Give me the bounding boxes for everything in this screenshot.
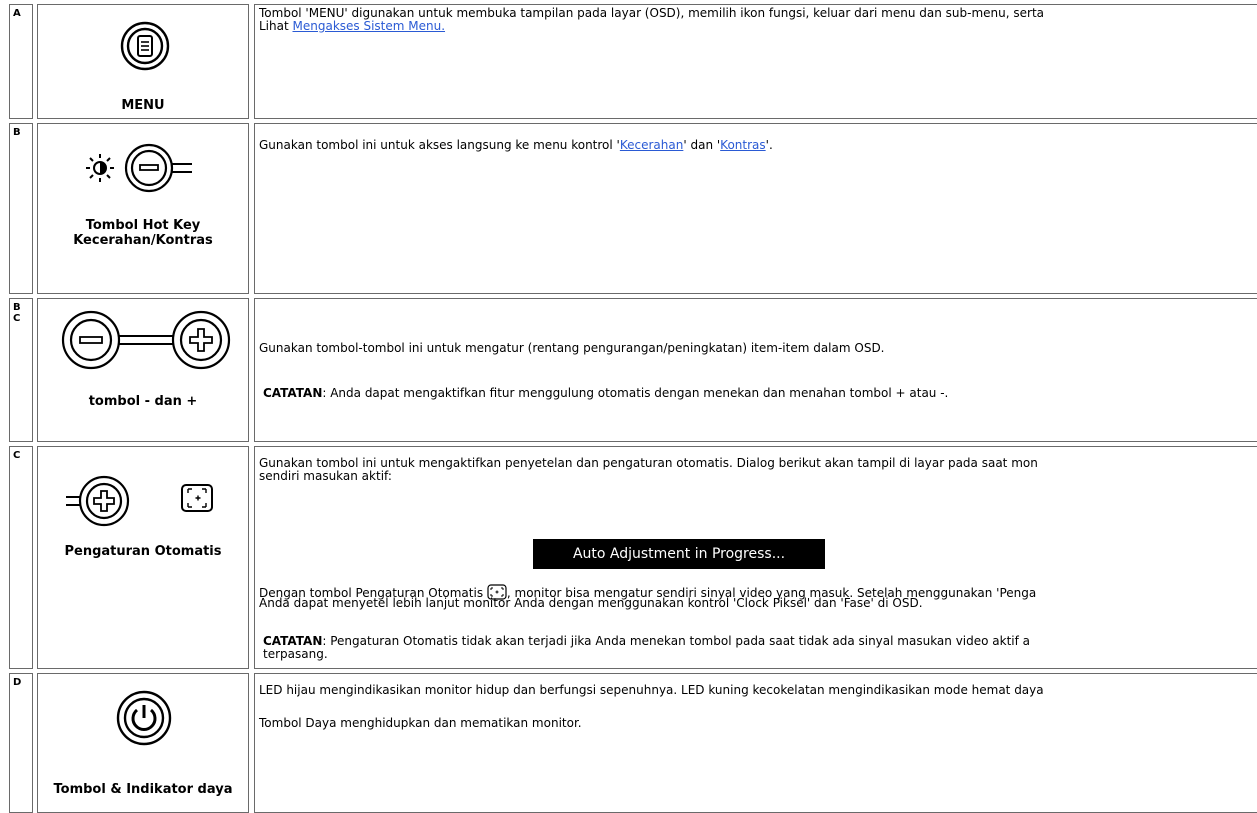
row-letter: B <box>13 302 21 313</box>
description-cell: Tombol 'MENU' digunakan untuk membuka ta… <box>254 4 1257 119</box>
description-text: Lihat Mengakses Sistem Menu. <box>259 19 446 33</box>
button-label: Pengaturan Otomatis <box>64 544 222 559</box>
row-power: D Tombol & Indikator daya LED hijau meng… <box>0 669 1257 813</box>
power-button-icon <box>116 690 172 746</box>
row-letter-cell: A <box>9 4 33 119</box>
auto-adjust-dialog-banner: Auto Adjustment in Progress... <box>533 539 825 569</box>
icon-cell: Pengaturan Otomatis <box>37 446 249 669</box>
row-minus-plus: B C tombol - dan + Gunakan tombol-tombol… <box>0 294 1257 442</box>
description-text: LED hijau mengindikasikan monitor hidup … <box>259 683 1044 697</box>
description-cell: Gunakan tombol ini untuk akses langsung … <box>254 123 1257 294</box>
description-text: Gunakan tombol-tombol ini untuk mengatur… <box>259 341 885 355</box>
description-text: sendiri masukan aktif: <box>259 469 392 483</box>
icon-cell: Tombol & Indikator daya <box>37 673 249 813</box>
description-text: Gunakan tombol ini untuk mengaktifkan pe… <box>259 456 1038 470</box>
minus-plus-buttons-icon <box>61 310 231 370</box>
description-text: Anda dapat menyetel lebih lanjut monitor… <box>259 596 923 610</box>
button-label: Tombol Hot Key <box>85 218 201 233</box>
description-cell: Gunakan tombol ini untuk mengaktifkan pe… <box>254 446 1257 669</box>
description-cell: LED hijau mengindikasikan monitor hidup … <box>254 673 1257 813</box>
plus-auto-adjust-icon <box>66 475 213 527</box>
icon-cell: Tombol Hot Key Kecerahan/Kontras <box>37 123 249 294</box>
icon-cell: tombol - dan + <box>37 298 249 442</box>
row-letter: D <box>13 677 22 688</box>
button-label: Tombol & Indikator daya <box>53 782 233 797</box>
brightness-link[interactable]: Kecerahan <box>620 138 684 152</box>
description-text: Tombol Daya menghidupkan dan mematikan m… <box>259 716 582 730</box>
row-letter: C <box>13 450 21 461</box>
row-auto-adjust: C Pengaturan Otomatis Gunakan tombol ini… <box>0 442 1257 669</box>
contrast-link[interactable]: Kontras <box>720 138 765 152</box>
row-letter-cell: D <box>9 673 33 813</box>
menu-button-icon <box>120 21 170 71</box>
row-letter-cell: B C <box>9 298 33 442</box>
row-brightness-contrast: B Tombol Hot Key Kecerahan/Kontras Gunak… <box>0 119 1257 294</box>
row-letter-cell: C <box>9 446 33 669</box>
row-menu: A MENU Tombol 'MENU' digunakan untuk mem… <box>0 0 1257 119</box>
brightness-minus-button-icon <box>86 143 192 193</box>
row-letter: A <box>13 8 21 19</box>
row-letter: C <box>13 313 21 324</box>
note-text: CATATAN: Anda dapat mengaktifkan fitur m… <box>263 386 949 400</box>
button-label: Kecerahan/Kontras <box>73 233 213 248</box>
button-label: MENU <box>121 98 165 113</box>
menu-system-link[interactable]: Mengakses Sistem Menu. <box>293 19 446 33</box>
description-text: Gunakan tombol ini untuk akses langsung … <box>259 138 773 152</box>
row-letter-cell: B <box>9 123 33 294</box>
note-text: terpasang. <box>263 647 328 661</box>
row-letter: B <box>13 127 21 138</box>
button-label: tombol - dan + <box>88 394 198 409</box>
icon-cell: MENU <box>37 4 249 119</box>
description-cell: Gunakan tombol-tombol ini untuk mengatur… <box>254 298 1257 442</box>
note-text: CATATAN: Pengaturan Otomatis tidak akan … <box>263 634 1031 648</box>
